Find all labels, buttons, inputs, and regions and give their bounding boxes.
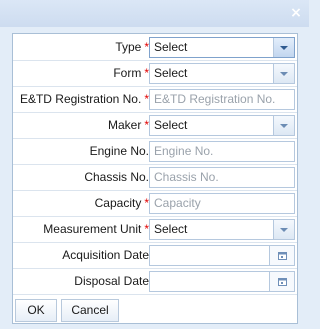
cancel-button[interactable]: Cancel: [61, 299, 119, 322]
maker-select-value: Select: [154, 118, 188, 132]
close-icon[interactable]: ×: [288, 5, 304, 21]
form-row: Form * Select: [13, 60, 297, 87]
registration-input[interactable]: E&TD Registration No.: [149, 89, 295, 110]
chassis-label: Chassis No.: [84, 170, 149, 184]
registration-row: E&TD Registration No. * E&TD Registration…: [13, 86, 297, 113]
ok-button[interactable]: OK: [15, 299, 57, 322]
engine-no-input[interactable]: Engine No.: [149, 141, 295, 162]
engine-row: Engine No. Engine No.: [13, 138, 297, 165]
measurement-unit-select[interactable]: Select: [149, 219, 295, 240]
chevron-down-icon[interactable]: [273, 220, 294, 239]
chassis-no-input[interactable]: Chassis No.: [149, 167, 295, 188]
maker-select[interactable]: Select: [149, 115, 295, 136]
type-label: Type *: [115, 40, 149, 54]
dialog-footer: OK Cancel: [13, 298, 297, 323]
capacity-input[interactable]: Capacity: [149, 193, 295, 214]
type-row: Type * Select: [13, 34, 297, 61]
disposal-date-row: Disposal Date: [13, 268, 297, 295]
capacity-label: Capacity *: [94, 196, 149, 210]
dialog-titlebar: ×: [0, 0, 309, 27]
chevron-down-icon[interactable]: [273, 64, 294, 83]
chassis-row: Chassis No. Chassis No.: [13, 164, 297, 191]
chevron-down-icon[interactable]: [273, 38, 294, 57]
acquisition-date-input[interactable]: [149, 245, 295, 266]
disposal-date-label: Disposal Date: [74, 274, 149, 288]
calendar-icon[interactable]: [269, 246, 294, 265]
capacity-row: Capacity * Capacity: [13, 190, 297, 217]
form-label: Form *: [113, 66, 149, 80]
measurement-unit-select-value: Select: [154, 222, 188, 236]
maker-label: Maker *: [107, 118, 149, 132]
registration-label: E&TD Registration No. *: [19, 92, 149, 106]
vehicle-form: Type * Select Form * Select E&TD Registrat…: [12, 33, 298, 324]
type-select-value: Select: [154, 40, 188, 54]
measurement-unit-row: Measurement Unit * Select: [13, 216, 297, 243]
measurement-unit-label: Measurement Unit *: [43, 222, 149, 236]
type-select[interactable]: Select: [149, 37, 295, 58]
engine-label: Engine No.: [89, 144, 149, 158]
chevron-down-icon[interactable]: [273, 116, 294, 135]
acquisition-date-label: Acquisition Date: [62, 248, 149, 262]
disposal-date-input[interactable]: [149, 271, 295, 292]
acquisition-date-row: Acquisition Date: [13, 242, 297, 269]
form-select[interactable]: Select: [149, 63, 295, 84]
calendar-icon[interactable]: [269, 272, 294, 291]
maker-row: Maker * Select: [13, 112, 297, 139]
form-select-value: Select: [154, 66, 188, 80]
